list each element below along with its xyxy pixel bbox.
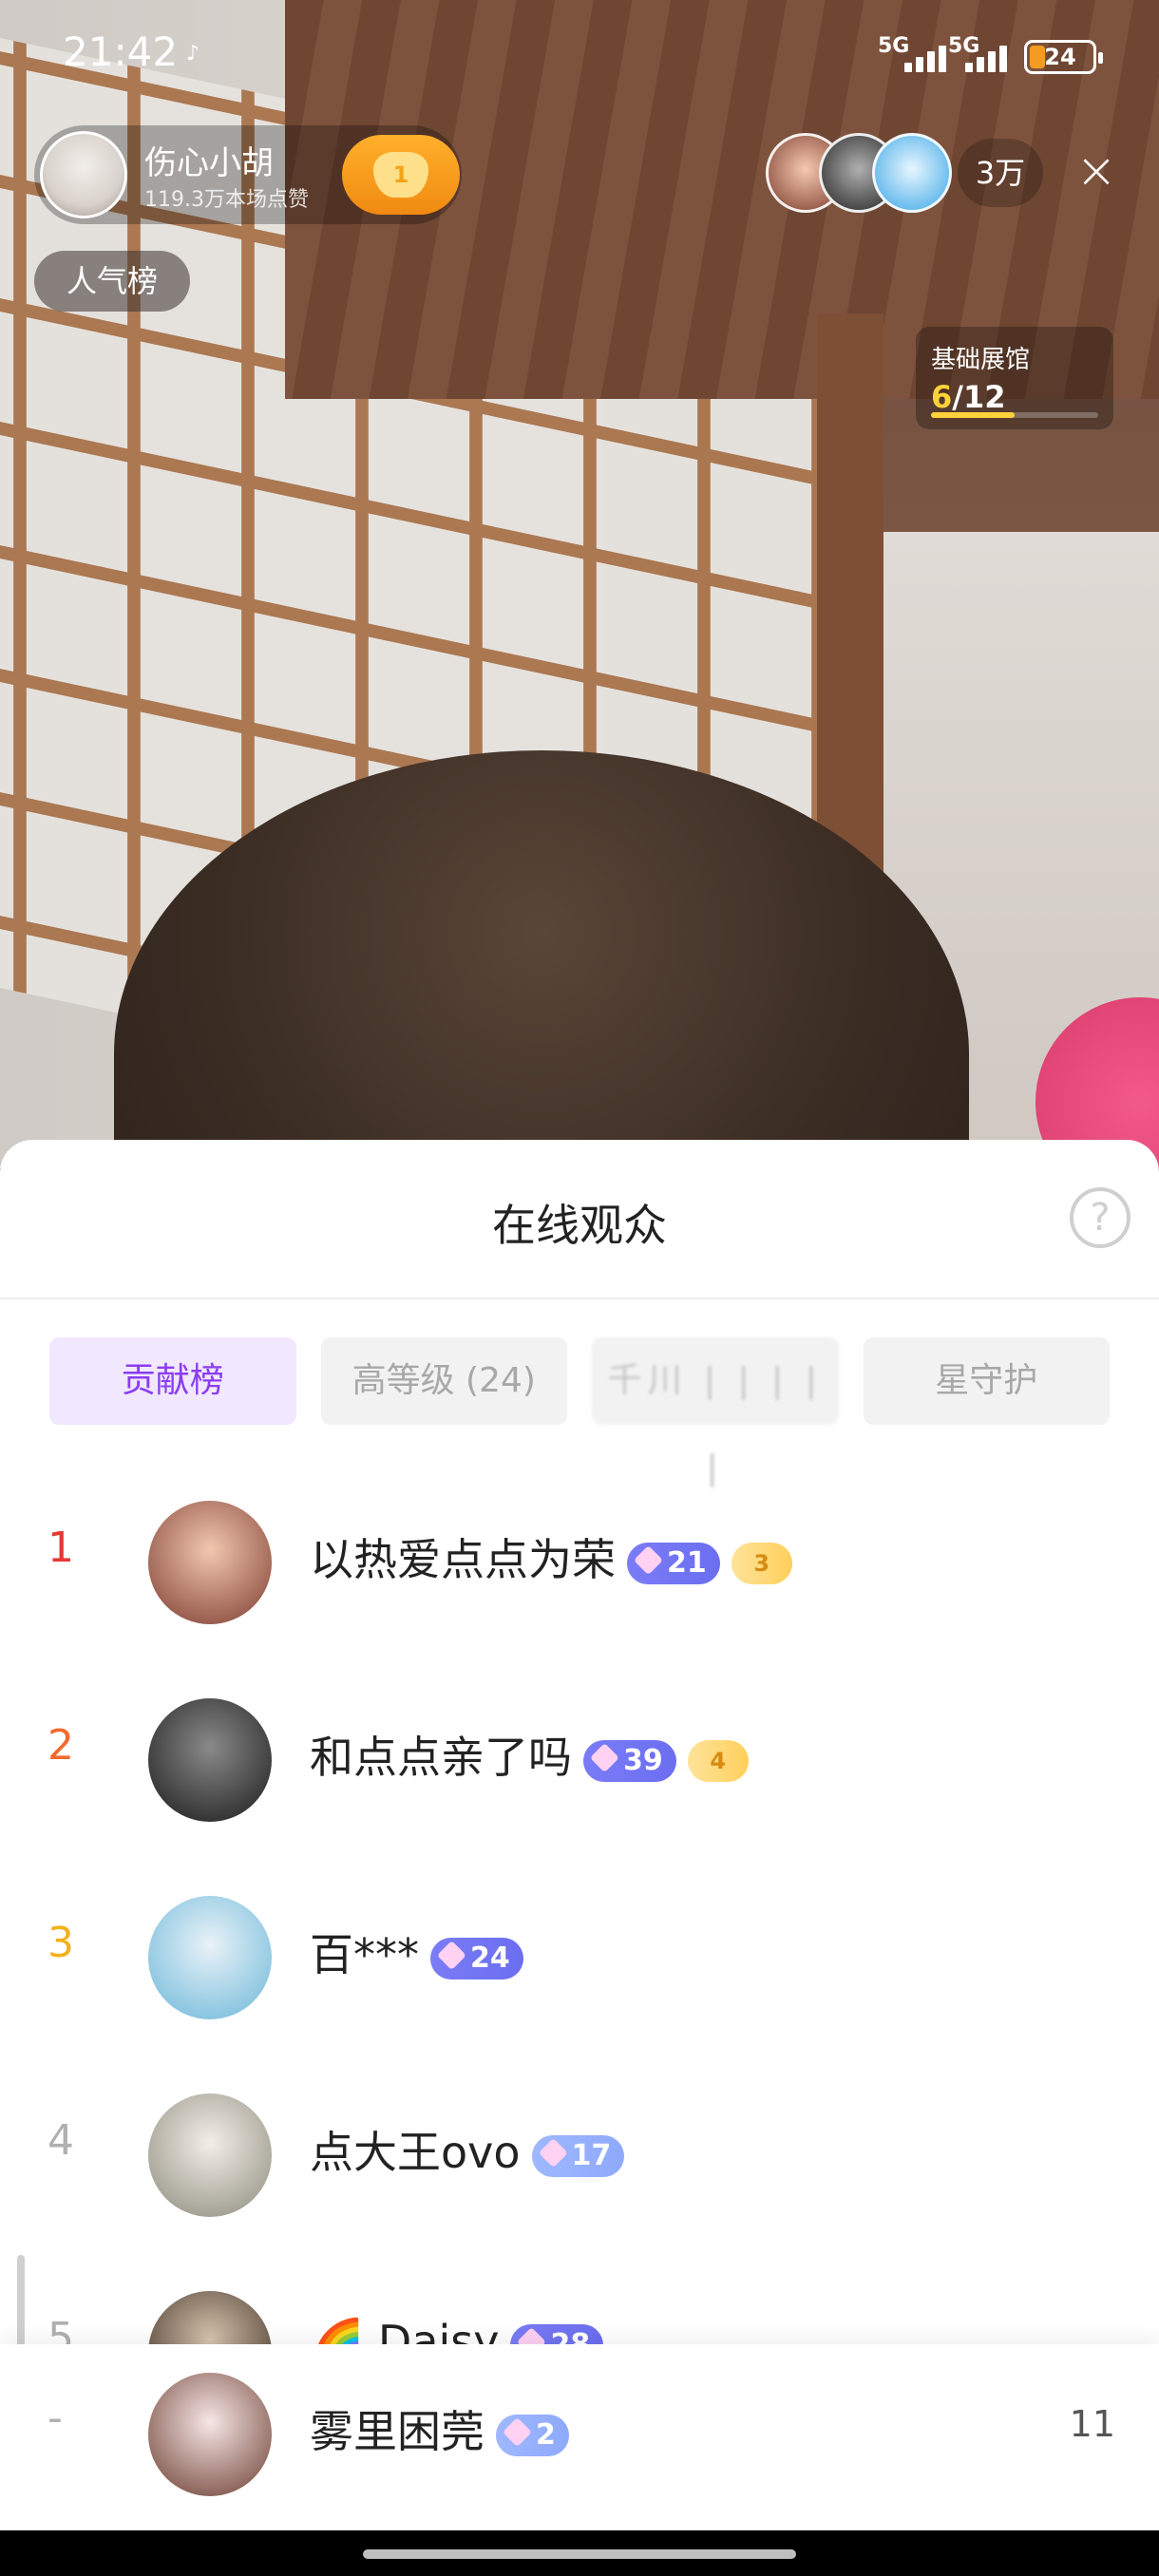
avatar[interactable] — [148, 1501, 272, 1624]
gem-icon — [538, 2137, 568, 2168]
avatar[interactable] — [148, 1698, 272, 1822]
user-name-line: 百*** 24 — [310, 1921, 523, 1983]
heart-icon: 1 — [373, 152, 428, 198]
signal-bars-2-icon — [965, 40, 1024, 72]
gem-icon — [502, 2416, 532, 2447]
fan-badge: 4 — [687, 1739, 749, 1782]
rank-number: 4 — [48, 2116, 74, 2165]
host-likes: 119.3万本场点赞 — [144, 188, 309, 212]
fan-level: 1 — [392, 161, 409, 188]
viewer-avatar[interactable] — [872, 133, 952, 213]
level-value: 21 — [667, 1545, 707, 1580]
host-name: 伤心小胡 — [144, 144, 274, 182]
battery-icon: 24 — [1024, 40, 1103, 74]
user-name: 点大王ovo — [310, 2127, 521, 2178]
fan-badge: 3 — [731, 1542, 792, 1584]
host-avatar[interactable] — [40, 131, 127, 218]
user-name: 和点点亲了吗 — [310, 1732, 572, 1783]
user-name: 百*** — [310, 1929, 419, 1980]
gem-icon — [589, 1742, 619, 1772]
rank-number: 5 — [48, 2314, 74, 2346]
divider — [0, 1297, 1159, 1299]
avatar[interactable] — [148, 2291, 272, 2346]
user-name-line: 以热爱点点为荣 21 3 — [310, 1525, 792, 1588]
list-item[interactable]: 3 百*** 24 — [0, 1858, 1159, 2055]
audience-tabs: 贡献榜 高等级 (24) 千川 | | | | | 星守护 — [49, 1337, 1110, 1487]
level-value: 17 — [571, 2138, 612, 2172]
level-badge: 39 — [583, 1739, 676, 1782]
list-item[interactable]: 2 和点点亲了吗 39 4 — [0, 1660, 1159, 1858]
gallery-progress-fill — [931, 412, 1015, 418]
gallery-progress-bar — [931, 412, 1098, 418]
gallery-total: /12 — [952, 379, 1006, 415]
battery-level: 24 — [1044, 44, 1076, 70]
level-badge: 24 — [430, 1937, 523, 1979]
viewer-count-button[interactable]: 3万 — [958, 139, 1043, 207]
level-value: 39 — [623, 1743, 663, 1777]
tab-contribution[interactable]: 贡献榜 — [49, 1337, 296, 1425]
help-icon[interactable]: ? — [1070, 1187, 1130, 1248]
gallery-widget[interactable]: 基础展馆 6/12 — [916, 327, 1113, 429]
tiktok-icon: ♪ — [186, 42, 200, 66]
user-name: 以热爱点点为荣 — [310, 1534, 616, 1585]
rank-number: 3 — [48, 1919, 74, 1967]
gallery-title: 基础展馆 — [931, 346, 1031, 374]
list-item[interactable]: 1 以热爱点点为荣 21 3 — [0, 1463, 1159, 1660]
self-level: 2 — [536, 2417, 556, 2452]
avatar[interactable] — [148, 1896, 272, 2019]
status-bar: 21:42 ♪ 5G 5G 24 — [0, 0, 1159, 114]
self-row[interactable]: - 雾里困莞 2 11 — [0, 2344, 1159, 2530]
top-viewers[interactable] — [766, 133, 956, 218]
gallery-current: 6 — [931, 379, 953, 415]
audience-list[interactable]: 1 以热爱点点为荣 21 3 2 和点点亲了吗 39 4 3 百*** 24 4 点大王ovo 17 5 🌈 … — [0, 1463, 1159, 2346]
level-badge: 17 — [531, 2134, 625, 2177]
self-name-line: 雾里困莞 2 — [310, 2397, 569, 2460]
fan-club-button[interactable]: 1 — [342, 135, 460, 215]
rank-number: 2 — [48, 1721, 74, 1770]
home-indicator[interactable] — [363, 2549, 796, 2559]
clock: 21:42 — [63, 28, 179, 75]
close-icon[interactable]: × — [1068, 142, 1125, 199]
tab-star-guard[interactable]: 星守护 — [863, 1337, 1110, 1425]
rank-number: 1 — [48, 1524, 74, 1572]
gem-icon — [633, 1544, 663, 1575]
list-item[interactable]: 5 🌈 Daisy 28 — [0, 2253, 1159, 2346]
level-badge: 28 — [510, 2323, 604, 2346]
avatar[interactable] — [148, 2093, 272, 2217]
self-name: 雾里困莞 — [310, 2406, 484, 2457]
level-value: 24 — [470, 1941, 510, 1975]
level-badge: 2 — [496, 2414, 569, 2456]
tab-qianchuan[interactable]: 千川 | | | | | — [592, 1337, 839, 1487]
list-item[interactable]: 4 点大王ovo 17 — [0, 2055, 1159, 2253]
online-audience-sheet: 在线观众 ? 贡献榜 高等级 (24) 千川 | | | | | 星守护 1 以热… — [0, 1140, 1159, 2527]
gem-icon — [517, 2326, 547, 2346]
popularity-rank-button[interactable]: 人气榜 — [34, 251, 190, 312]
sheet-title: 在线观众 — [492, 1200, 667, 1251]
user-name-line: 🌈 Daisy 28 — [310, 2316, 604, 2346]
self-avatar[interactable] — [148, 2373, 272, 2496]
level-badge: 21 — [627, 1542, 720, 1584]
self-rank: - — [48, 2394, 63, 2442]
user-name-line: 点大王ovo 17 — [310, 2118, 625, 2181]
self-score: 11 — [1069, 2403, 1115, 2445]
user-name: 🌈 Daisy — [310, 2316, 500, 2346]
user-name-line: 和点点亲了吗 39 4 — [310, 1723, 749, 1786]
gem-icon — [436, 1940, 466, 1970]
gallery-progress-text: 6/12 — [931, 379, 1098, 415]
tab-high-level[interactable]: 高等级 (24) — [320, 1337, 567, 1425]
